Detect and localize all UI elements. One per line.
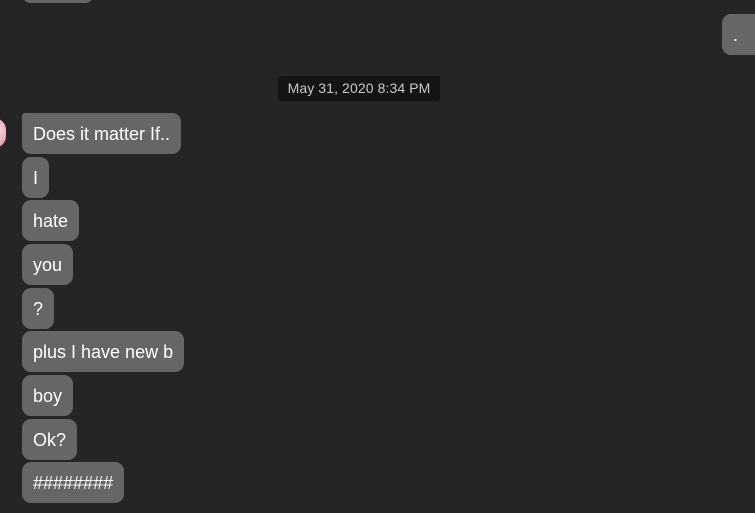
received-message-bubble[interactable]: ########: [22, 462, 125, 503]
message-text: plus I have new b: [33, 342, 174, 362]
message-text: hate: [33, 211, 69, 231]
message-text: you: [33, 255, 63, 275]
timestamp-text: May 31, 2020 8:34 PM: [287, 80, 431, 96]
message-text: boy: [33, 386, 63, 406]
received-message-bubble[interactable]: Does it matter If..: [22, 113, 182, 154]
sent-message-bubble[interactable]: .: [722, 14, 755, 55]
received-message-bubble[interactable]: hate: [22, 200, 80, 241]
received-message-bubble[interactable]: plus I have new b: [22, 331, 185, 372]
message-text: .: [733, 25, 739, 45]
received-message-bubble[interactable]: I: [22, 157, 50, 198]
message-text: I: [33, 168, 39, 188]
message-text: Does it matter If..: [33, 124, 171, 144]
received-message-bubble[interactable]: you: [22, 244, 74, 285]
chat-conversation: . May 31, 2020 8:34 PM Does it matter If…: [0, 0, 755, 513]
message-text: Ok?: [33, 430, 67, 450]
received-message-bubble[interactable]: ?: [22, 288, 55, 329]
received-message-bubble[interactable]: boy: [22, 375, 74, 416]
message-text: ?: [33, 299, 44, 319]
contact-avatar[interactable]: [0, 118, 6, 148]
message-bubble-partial[interactable]: [22, 0, 94, 3]
message-text: ########: [33, 473, 114, 493]
timestamp-divider: May 31, 2020 8:34 PM: [278, 76, 440, 101]
received-message-bubble[interactable]: Ok?: [22, 419, 78, 460]
